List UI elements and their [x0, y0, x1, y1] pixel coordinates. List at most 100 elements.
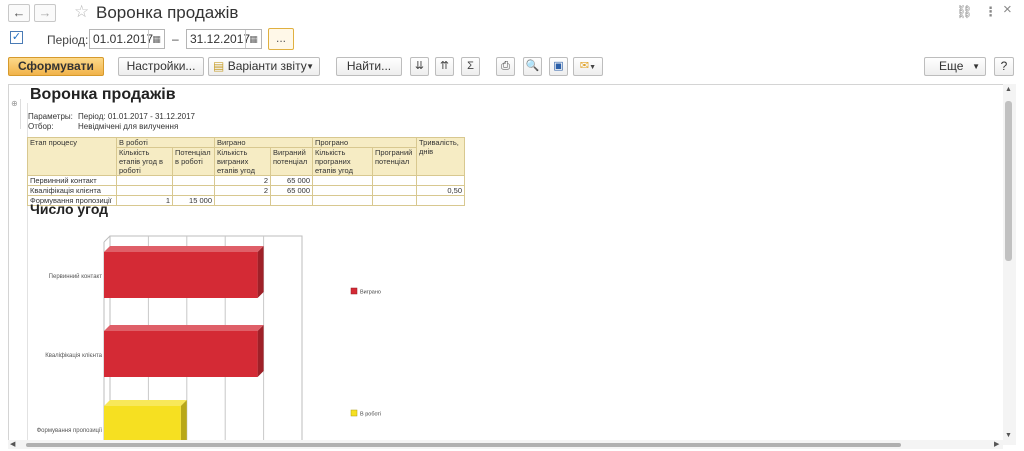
chart-title: Число угод [30, 201, 109, 217]
group-gutter: ⊕ [9, 99, 21, 129]
settings-button[interactable]: Настройки... [118, 57, 204, 76]
link-icon[interactable]: ⛓ [956, 4, 973, 20]
category-label: Первинний контакт [49, 273, 103, 280]
bar-side [257, 246, 264, 298]
filter-label: Отбор: [28, 122, 54, 131]
calendar-icon[interactable]: ▦ [148, 30, 164, 48]
bar-top [104, 400, 187, 406]
vertical-scroll-thumb[interactable] [1005, 101, 1012, 261]
cell [312, 195, 373, 206]
legend-swatch [350, 409, 358, 417]
back-icon: ← [12, 5, 26, 20]
cell [172, 185, 215, 196]
favorite-star-icon[interactable]: ☆ [74, 2, 89, 22]
help-button[interactable]: ? [994, 57, 1014, 76]
sum-icon[interactable]: Σ [461, 57, 480, 76]
more-button[interactable]: Еще ▼ [924, 57, 986, 76]
cell [416, 175, 465, 186]
chevron-down-icon: ▼ [972, 62, 980, 71]
cell: 1 [116, 195, 173, 206]
filter-value: Невідмічені для вилучення [78, 122, 179, 131]
variants-icon: ▤ [213, 59, 225, 73]
period-checkbox[interactable]: ✓ [10, 31, 23, 44]
find-button[interactable]: Найти... [336, 57, 402, 76]
table-row[interactable]: Первинний контакт 2 65 000 [27, 175, 465, 186]
params-label: Параметры: [28, 112, 73, 121]
scroll-up-icon[interactable]: ▲ [1005, 86, 1012, 93]
scroll-down-icon[interactable]: ▼ [1005, 432, 1012, 439]
calendar-icon[interactable]: ▦ [245, 30, 261, 48]
cell: 65 000 [270, 175, 313, 186]
window-title: Воронка продажів [96, 3, 239, 22]
header-won: Виграно [214, 137, 313, 148]
header-count-lost: Кількість програних етапів угод [312, 147, 373, 176]
period-select-button[interactable]: ... [268, 28, 294, 50]
header-potential-won: Виграний потенціал [270, 147, 313, 176]
save-icon[interactable]: ▣ [549, 57, 568, 76]
header-inwork: В роботі [116, 137, 215, 148]
date-to-value: 31.12.2017 [190, 32, 251, 46]
cell: 2 [214, 185, 271, 196]
cell [372, 185, 417, 196]
chevron-down-icon: ▼ [306, 62, 314, 71]
send-email-icon[interactable]: ✉▼ [573, 57, 603, 76]
cell [372, 175, 417, 186]
cell [214, 195, 271, 206]
cell-stage: Первинний контакт [27, 175, 117, 186]
print-preview-icon[interactable]: 🔍 [523, 57, 542, 76]
params-value: Період: 01.01.2017 - 31.12.2017 [78, 112, 195, 121]
cell [416, 195, 465, 206]
back-button[interactable]: ← [8, 4, 30, 22]
cell [312, 175, 373, 186]
category-label: Формування пропозиції [37, 428, 103, 434]
bar [104, 406, 181, 441]
table-row[interactable]: Кваліфікація клієнта 2 65 000 0,50 [27, 185, 465, 196]
scroll-left-icon[interactable]: ◀ [10, 440, 15, 448]
header-count-inwork: Кількість етапів угод в роботі [116, 147, 173, 176]
cell: 65 000 [270, 185, 313, 196]
print-icon[interactable]: ⎙ [496, 57, 515, 76]
header-stage: Етап процесу [27, 137, 117, 176]
bar-top [104, 325, 264, 331]
cell [116, 185, 173, 196]
report-title: Воронка продажів [30, 86, 176, 103]
date-from-input[interactable]: 01.01.2017 ▦ [89, 29, 165, 49]
legend-label: Виграно [360, 290, 381, 296]
expand-group-icon[interactable]: ⊕ [11, 99, 18, 108]
cell [270, 195, 313, 206]
category-label: Кваліфікація клієнта [45, 353, 102, 359]
more-menu-icon[interactable]: ⋮ [984, 4, 997, 20]
cell: 2 [214, 175, 271, 186]
frame-edge [103, 235, 111, 243]
scroll-right-icon[interactable]: ▶ [994, 440, 999, 448]
cell-stage: Кваліфікація клієнта [27, 185, 117, 196]
more-label: Еще [939, 59, 964, 73]
forward-icon: → [38, 5, 52, 20]
bar-top [104, 246, 264, 252]
header-potential-lost: Програний потенціал [372, 147, 417, 176]
legend-label: В роботі [360, 412, 381, 418]
close-icon[interactable]: × [1003, 1, 1012, 18]
header-count-won: Кількість виграних етапів угод [214, 147, 271, 176]
generate-button[interactable]: Сформувати [8, 57, 104, 76]
bar-side [180, 400, 187, 441]
report-table: Етап процесу В роботі Виграно Програно Т… [27, 137, 465, 206]
cell: 15 000 [172, 195, 215, 206]
chart: Первинний контакт Кваліфікація клієнта Фор… [37, 235, 381, 441]
cell [372, 195, 417, 206]
legend-swatch [350, 287, 358, 295]
report-variants-button[interactable]: ▤ Варіанти звіту ▼ [208, 57, 320, 76]
bar [104, 252, 258, 298]
sort-asc-icon[interactable]: ⇈ [435, 57, 454, 76]
cell [116, 175, 173, 186]
bar [104, 331, 258, 377]
cell [172, 175, 215, 186]
period-label: Період: [47, 33, 89, 47]
date-to-input[interactable]: 31.12.2017 ▦ [186, 29, 262, 49]
horizontal-scroll-thumb[interactable] [26, 443, 901, 447]
header-duration: Тривалість, днів [416, 137, 465, 176]
forward-button[interactable]: → [34, 4, 56, 22]
cell: 0,50 [416, 185, 465, 196]
sort-desc-icon[interactable]: ⇊ [410, 57, 429, 76]
header-lost: Програно [312, 137, 417, 148]
